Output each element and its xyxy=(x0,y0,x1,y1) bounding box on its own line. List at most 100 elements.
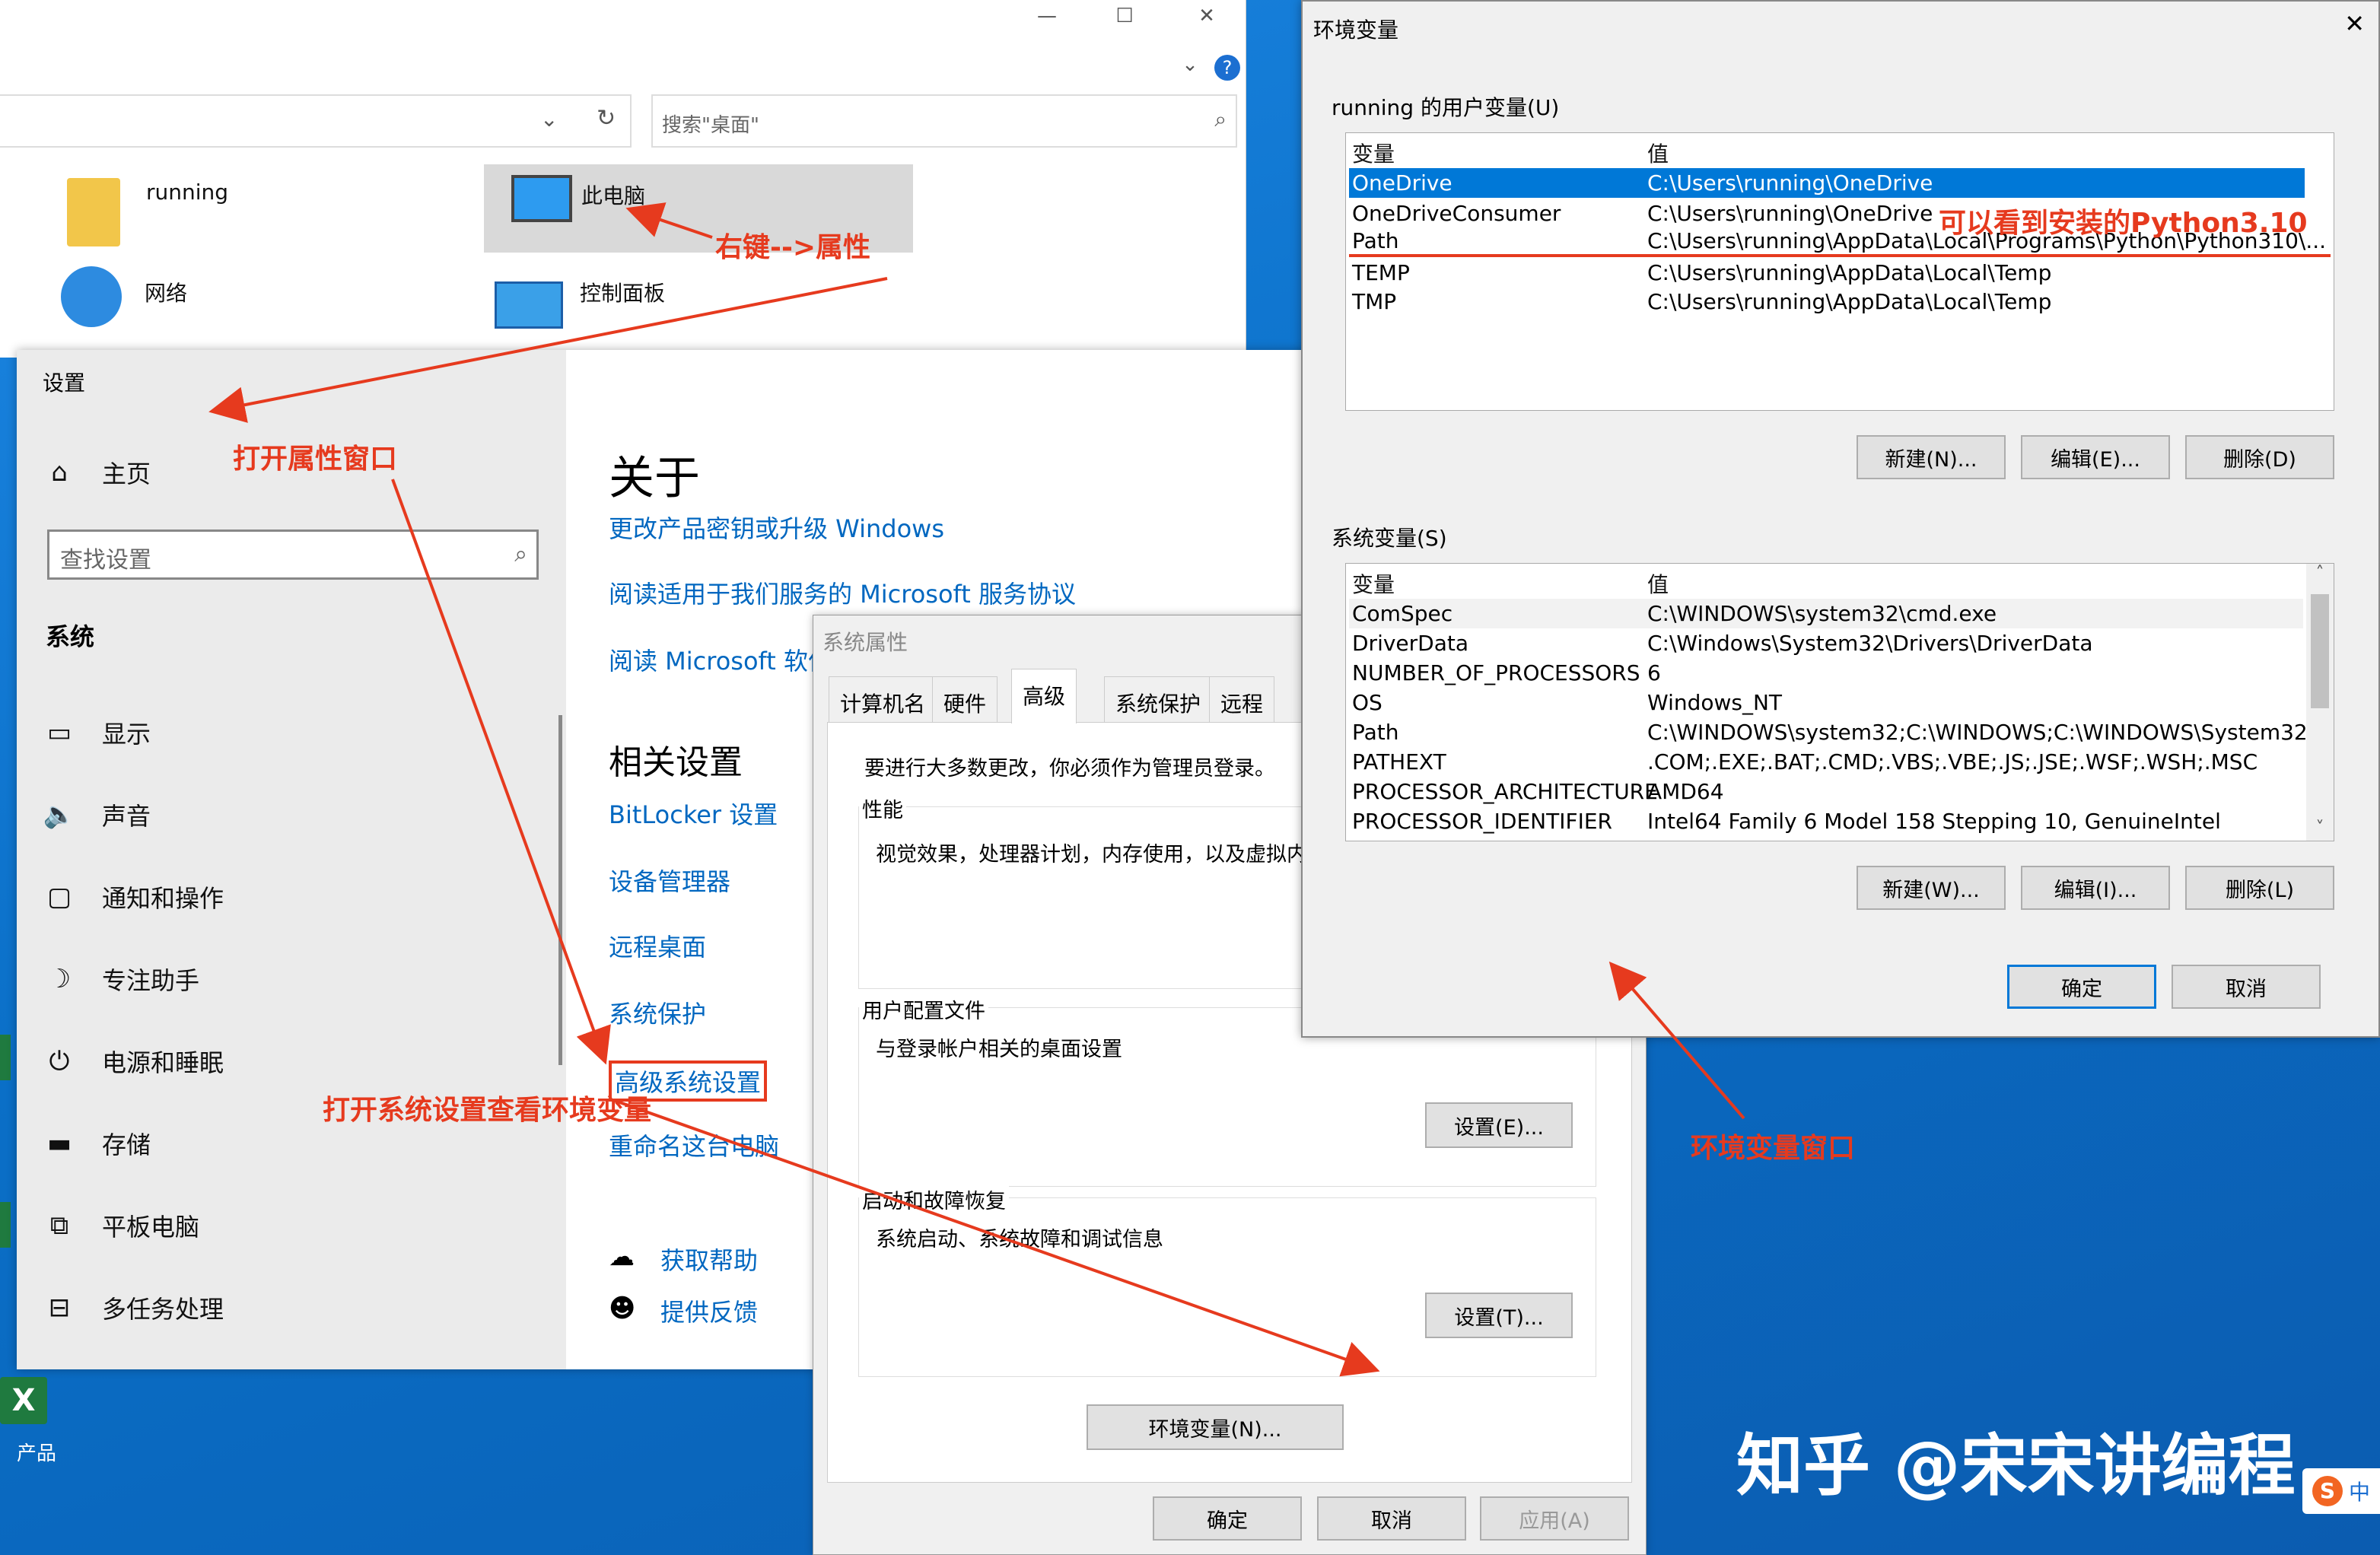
table-row[interactable]: OneDrive C:\Users\running\OneDrive xyxy=(1349,168,2305,198)
ime-label: 中 xyxy=(2348,1480,2370,1505)
var-name: TEMP xyxy=(1352,260,1410,285)
chevron-down-icon[interactable]: ˅ xyxy=(2306,819,2334,838)
maximize-icon[interactable]: ☐ xyxy=(1102,5,1147,27)
close-icon[interactable]: ✕ xyxy=(2344,9,2365,38)
var-value: Intel64 Family 6 Model 158 Stepping 10, … xyxy=(1647,809,2221,834)
sys-new-button[interactable]: 新建(W)... xyxy=(1857,866,2006,910)
tab-system-protection[interactable]: 系统保护 xyxy=(1104,676,1213,722)
user-delete-button[interactable]: 删除(D) xyxy=(2185,435,2334,479)
search-input[interactable]: 搜索"桌面" ⌕ xyxy=(651,94,1237,148)
var-value: C:\Users\running\OneDrive xyxy=(1647,170,1933,196)
refresh-icon[interactable]: ↻ xyxy=(597,105,616,132)
admin-note: 要进行大多数更改，你必须作为管理员登录。 xyxy=(864,757,1275,781)
nav-label: 专注助手 xyxy=(102,966,200,995)
tab-remote[interactable]: 远程 xyxy=(1209,676,1275,722)
nav-home[interactable]: ⌂ 主页 xyxy=(44,455,151,490)
nav-tablet[interactable]: ⧉ 平板电脑 xyxy=(44,1208,199,1243)
dialog-title: 系统属性 xyxy=(822,630,908,655)
tab-computer-name[interactable]: 计算机名 xyxy=(829,676,937,722)
sys-edit-button[interactable]: 编辑(I)... xyxy=(2021,866,2170,910)
list-header: 变量 值 xyxy=(1349,568,2303,598)
link-software-license[interactable]: 阅读 Microsoft 软件 xyxy=(609,642,832,677)
ime-indicator[interactable]: S 中 xyxy=(2302,1468,2380,1514)
table-row[interactable]: DriverData C:\Windows\System32\Drivers\Dr… xyxy=(1349,628,2303,658)
chevron-up-icon[interactable]: ˄ xyxy=(2306,564,2334,583)
tab-hardware[interactable]: 硬件 xyxy=(932,676,998,722)
section-title: 系统 xyxy=(46,622,95,651)
excel-file-icon-partial[interactable] xyxy=(0,1202,11,1248)
search-icon: ⌕ xyxy=(1214,107,1227,132)
nav-storage[interactable]: ▬ 存储 xyxy=(44,1126,151,1161)
link-device-manager[interactable]: 设备管理器 xyxy=(609,863,730,898)
table-row[interactable]: TEMP C:\Users\running\AppData\Local\Temp xyxy=(1349,258,2331,288)
table-row[interactable]: ComSpec C:\WINDOWS\system32\cmd.exe xyxy=(1349,599,2303,628)
chevron-down-icon[interactable]: ⌄ xyxy=(1167,53,1213,76)
nav-sound[interactable]: 🔈 声音 xyxy=(43,797,151,832)
scrollbar-thumb[interactable] xyxy=(2311,594,2329,708)
table-row[interactable]: PATHEXT .COM;.EXE;.BAT;.CMD;.VBS;.VBE;.JS… xyxy=(1349,747,2303,777)
col-val-header: 值 xyxy=(1647,141,1669,167)
user-vars-list[interactable]: 变量 值 OneDrive C:\Users\running\OneDrive On… xyxy=(1345,132,2334,411)
chevron-down-icon[interactable]: ⌄ xyxy=(540,107,558,132)
startup-settings-button[interactable]: 设置(T)... xyxy=(1425,1293,1573,1338)
env-ok-button[interactable]: 确定 xyxy=(2007,965,2156,1009)
minimize-icon[interactable]: — xyxy=(1024,5,1070,27)
dialog-title: 环境变量 xyxy=(1313,17,1399,43)
help-icon: ☁ xyxy=(609,1242,635,1272)
nav-notifications[interactable]: ▢ 通知和操作 xyxy=(44,879,224,914)
nav-focus-assist[interactable]: ☽ 专注助手 xyxy=(44,962,199,997)
excel-file-icon[interactable]: X xyxy=(0,1377,61,1430)
env-cancel-button[interactable]: 取消 xyxy=(2172,965,2321,1009)
help-icon[interactable]: ? xyxy=(1214,55,1240,81)
moon-icon: ☽ xyxy=(47,964,72,994)
excel-file-icon-partial[interactable] xyxy=(0,1035,11,1080)
sidebar-scrollbar[interactable] xyxy=(558,715,562,1065)
table-row[interactable]: PROCESSOR_IDENTIFIER Intel64 Family 6 Mod… xyxy=(1349,806,2303,836)
environment-variables-dialog: 环境变量 ✕ running 的用户变量(U) 变量值 OneDrive C:\U… xyxy=(1301,0,2380,1038)
startup-recovery-label: 启动和故障恢复 xyxy=(859,1185,1009,1214)
table-row[interactable]: OS Windows_NT xyxy=(1349,688,2303,717)
settings-title: 设置 xyxy=(43,370,86,396)
close-icon[interactable]: ✕ xyxy=(1184,5,1230,27)
tab-advanced[interactable]: 高级 xyxy=(1011,669,1077,723)
settings-search-input[interactable]: 查找设置 ⌕ xyxy=(47,529,539,580)
link-remote-desktop[interactable]: 远程桌面 xyxy=(609,928,706,963)
annotation-right-click: 右键-->属性 xyxy=(715,232,871,263)
explorer-item-network[interactable]: 网络 xyxy=(61,266,365,342)
user-profile-desc: 与登录帐户相关的桌面设置 xyxy=(876,1038,1122,1061)
var-value: C:\WINDOWS\system32\cmd.exe xyxy=(1647,601,1997,626)
link-get-help[interactable]: 获取帮助 xyxy=(660,1242,758,1277)
link-service-agreement[interactable]: 阅读适用于我们服务的 Microsoft 服务协议 xyxy=(609,575,1076,610)
nav-multitasking[interactable]: ⊟ 多任务处理 xyxy=(44,1290,224,1325)
table-row[interactable]: PROCESSOR_ARCHITECTURE AMD64 xyxy=(1349,777,2303,806)
user-edit-button[interactable]: 编辑(E)... xyxy=(2021,435,2170,479)
environment-variables-button[interactable]: 环境变量(N)... xyxy=(1087,1404,1344,1450)
explorer-item-control-panel[interactable]: 控制面板 xyxy=(495,266,814,342)
link-system-protection[interactable]: 系统保护 xyxy=(609,995,706,1030)
sys-vars-list[interactable]: 变量 值 ComSpec C:\WINDOWS\system32\cmd.exe D… xyxy=(1345,563,2334,841)
link-upgrade-windows[interactable]: 更改产品密钥或升级 Windows xyxy=(609,510,944,545)
multitask-icon: ⊟ xyxy=(48,1293,71,1323)
link-feedback[interactable]: 提供反馈 xyxy=(660,1293,758,1328)
explorer-item-label: running xyxy=(146,180,229,205)
user-new-button[interactable]: 新建(N)... xyxy=(1857,435,2006,479)
profile-settings-button[interactable]: 设置(E)... xyxy=(1425,1102,1573,1148)
table-row[interactable]: Path C:\WINDOWS\system32;C:\WINDOWS;C:\WI… xyxy=(1349,717,2334,747)
cancel-button[interactable]: 取消 xyxy=(1317,1496,1466,1541)
nav-power[interactable]: ⏻ 电源和睡眠 xyxy=(44,1044,224,1079)
link-rename-pc[interactable]: 重命名这台电脑 xyxy=(609,1127,779,1162)
var-value: C:\Windows\System32\Drivers\DriverData xyxy=(1647,631,2093,656)
link-bitlocker[interactable]: BitLocker 设置 xyxy=(609,796,778,831)
ok-button[interactable]: 确定 xyxy=(1153,1496,1302,1541)
address-bar[interactable]: ⌄ ↻ xyxy=(0,94,632,148)
apply-button[interactable]: 应用(A) xyxy=(1480,1496,1629,1541)
var-value: C:\Users\running\OneDrive xyxy=(1647,201,1933,226)
nav-display[interactable]: ▭ 显示 xyxy=(44,715,151,750)
var-value: Windows_NT xyxy=(1647,690,1783,715)
notification-icon: ▢ xyxy=(46,882,72,912)
table-row[interactable]: TMP C:\Users\running\AppData\Local\Temp xyxy=(1349,287,2331,316)
sys-delete-button[interactable]: 删除(L) xyxy=(2185,866,2334,910)
table-row[interactable]: NUMBER_OF_PROCESSORS 6 xyxy=(1349,658,2303,688)
explorer-item-user[interactable]: running xyxy=(67,170,463,254)
sys-vars-scrollbar[interactable]: ˄ ˅ xyxy=(2306,564,2334,841)
